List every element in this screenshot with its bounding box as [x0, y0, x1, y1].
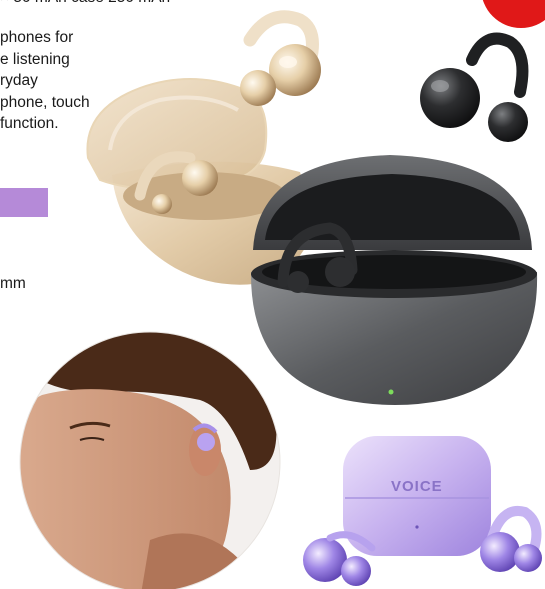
purple-earbuds-case-image [303, 436, 542, 586]
case-logo: VOICE [391, 478, 443, 495]
